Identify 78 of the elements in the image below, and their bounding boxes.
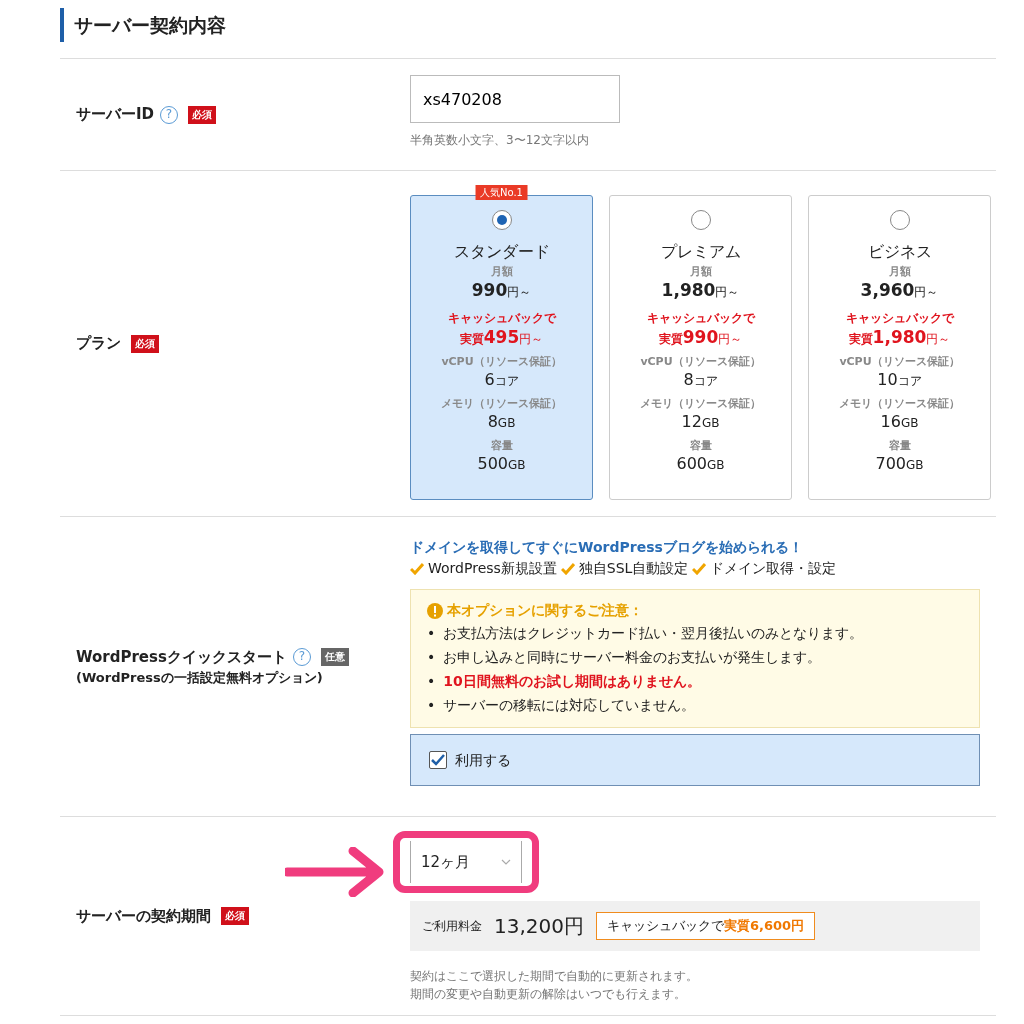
radio-button[interactable] [690, 210, 711, 230]
radio-button[interactable] [889, 210, 910, 230]
checkbox-label: 利用する [455, 750, 511, 770]
warning-icon [427, 602, 443, 619]
field-label: WordPressクイックスタート [76, 646, 287, 668]
spec-value: 600GB [675, 453, 726, 475]
plan-name: スタンダード [452, 241, 551, 263]
note-text: 期間の変更や自動更新の解除はいつでも行えます。 [410, 986, 687, 1003]
required-tag: 必須 [131, 334, 159, 353]
required-tag: 必須 [188, 105, 217, 124]
check-icon [692, 562, 707, 575]
hint-text: 半角英数小文字、3〜12文字以内 [410, 132, 590, 149]
spec-value: 10 コア [876, 369, 923, 391]
cashback-tag: キャッシュバックで実質6,600円 [596, 912, 816, 940]
real-price: 実質990円～ [657, 326, 744, 349]
checkbox[interactable] [429, 751, 447, 769]
bullet-icon: • [427, 693, 436, 717]
field-label: サーバーの契約期間 [76, 905, 211, 927]
feature-text: WordPress新規設置 [428, 559, 557, 578]
field-label: サーバーID [76, 104, 155, 126]
bullet-icon: • [427, 621, 436, 645]
notice-text: 10日間無料のお試し期間はありません。 [443, 672, 701, 691]
check-icon [560, 562, 575, 575]
price: 990円～ [470, 279, 533, 302]
spec-label: vCPU（リソース保証） [639, 354, 762, 369]
period-select[interactable]: 12ヶ月 [410, 841, 522, 883]
spec-label: vCPU（リソース保証） [440, 354, 563, 369]
real-price: 実質1,980円～ [847, 326, 952, 349]
spec-label: メモリ（リソース保証） [639, 396, 762, 411]
notice-text: サーバーの移転には対応していません。 [443, 696, 696, 715]
section-title: サーバー契約内容 [60, 8, 226, 42]
spec-value: 12GB [680, 411, 721, 433]
plan-card[interactable]: ビジネス 月額 3,960円～ キャッシュバックで 実質1,980円～ vCPU（リソース保証） 10 コア メモリ（リソース保証） 16GB 容量 700GB [808, 195, 991, 500]
field-label: プラン [76, 333, 121, 355]
price-label: 月額 [887, 264, 912, 279]
arrow-icon [285, 847, 384, 897]
cashback-label: キャッシュバックで [844, 311, 956, 326]
spec-label: 容量 [489, 438, 514, 453]
spec-label: 容量 [887, 438, 912, 453]
spec-value: 8 コア [682, 369, 719, 391]
price-label: 月額 [688, 264, 713, 279]
real-price: 実質495円～ [458, 326, 545, 349]
notice-text: お支払方法はクレジットカード払い・翌月後払いのみとなります。 [443, 624, 864, 643]
caret-icon [501, 859, 511, 865]
check-icon [410, 562, 424, 575]
spec-label: vCPU（リソース保証） [838, 354, 961, 369]
spec-label: メモリ（リソース保証） [838, 396, 961, 411]
fee-amount: 13,200円 [494, 913, 584, 940]
field-sublabel: (WordPressの一括設定無料オプション) [76, 669, 324, 687]
optional-tag: 任意 [320, 647, 349, 666]
notice-title: 本オプションに関するご注意： [447, 601, 643, 620]
spec-value: 500GB [476, 453, 527, 475]
plan-name: プレミアム [659, 241, 742, 263]
fee-label: ご利用料金 [422, 917, 482, 935]
plan-name: ビジネス [866, 241, 933, 263]
spec-value: 6 コア [483, 369, 520, 391]
spec-label: 容量 [688, 438, 713, 453]
cashback-label: キャッシュバックで [645, 311, 757, 326]
bullet-icon: • [427, 669, 436, 693]
price: 1,980円～ [660, 279, 741, 302]
spec-value: 700GB [874, 453, 925, 475]
cashback-label: キャッシュバックで [446, 311, 558, 326]
spec-value: 16GB [879, 411, 920, 433]
spec-value: 8GB [486, 411, 517, 433]
plan-card[interactable]: プレミアム 月額 1,980円～ キャッシュバックで 実質990円～ vCPU（リソース保証） 8 コア メモリ（リソース保証） 12GB 容量 600GB [609, 195, 792, 500]
feature-text: ドメイン取得・設定 [710, 559, 837, 578]
spec-label: メモリ（リソース保証） [440, 396, 563, 411]
required-tag: 必須 [221, 907, 249, 925]
feature-text: 独自SSL自動設定 [578, 559, 689, 578]
server-id-field[interactable]: xs470208 [410, 75, 620, 123]
intro-text: ドメインを取得してすぐにWordPressブログを始められる！ [410, 538, 804, 557]
price-label: 月額 [489, 264, 514, 279]
popular-tag: 人気No.1 [475, 185, 528, 200]
notice-text: お申し込みと同時にサーバー料金のお支払いが発生します。 [443, 648, 822, 667]
price: 3,960円～ [859, 279, 940, 302]
bullet-icon: • [427, 645, 436, 669]
note-text: 契約はここで選択した期間で自動的に更新されます。 [410, 968, 699, 985]
radio-button[interactable] [491, 210, 512, 230]
